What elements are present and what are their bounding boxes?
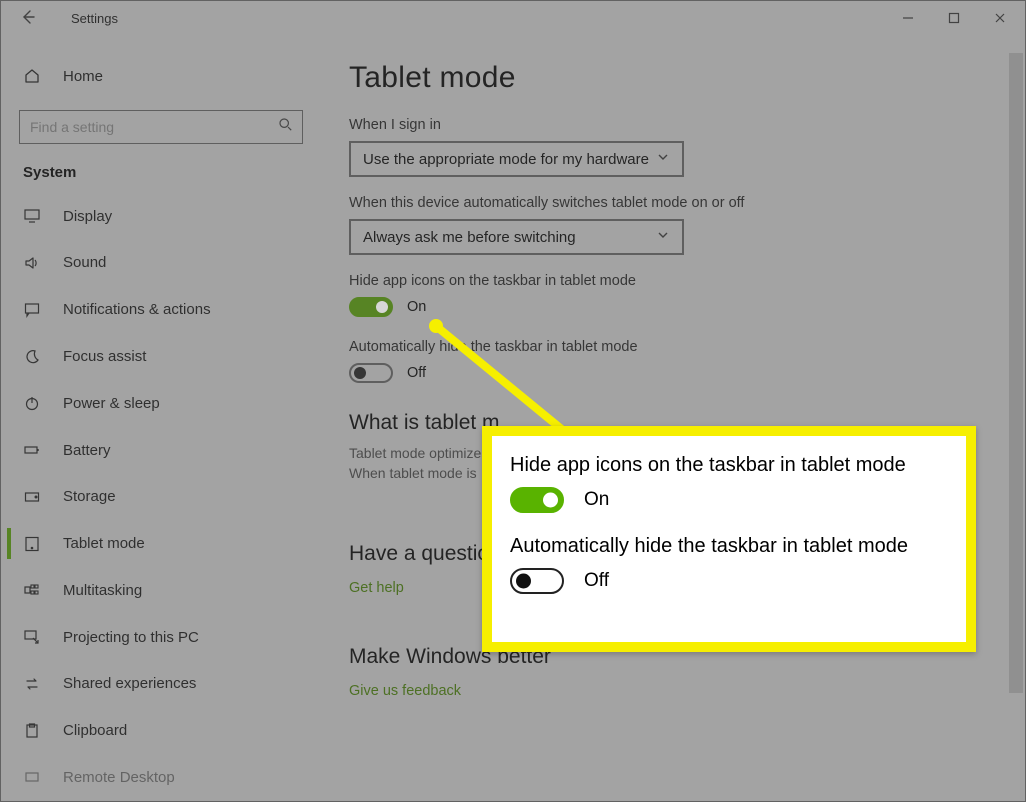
project-icon [23, 628, 41, 646]
hide-icons-toggle[interactable] [349, 297, 393, 317]
sidebar-item-power-sleep[interactable]: Power & sleep [1, 380, 321, 427]
tablet-icon [23, 535, 41, 553]
sidebar: Home System Display Sound Notifications … [1, 35, 321, 801]
page-title: Tablet mode [349, 61, 1025, 95]
chevron-down-icon [656, 150, 670, 168]
minimize-button[interactable] [885, 3, 931, 33]
sidebar-item-label: Tablet mode [63, 535, 145, 552]
auto-hide-label: Automatically hide the taskbar in tablet… [349, 339, 1025, 355]
clipboard-icon [23, 722, 41, 740]
sidebar-item-label: Notifications & actions [63, 301, 211, 318]
auto-hide-toggle[interactable] [349, 363, 393, 383]
annotation-callout: Hide app icons on the taskbar in tablet … [482, 426, 976, 652]
sidebar-item-label: Storage [63, 488, 116, 505]
scrollbar-thumb[interactable] [1009, 53, 1023, 693]
back-button[interactable] [19, 8, 37, 29]
close-button[interactable] [977, 3, 1023, 33]
search-input[interactable] [19, 110, 303, 144]
speaker-icon [23, 254, 41, 272]
section-label: System [1, 160, 321, 193]
remote-icon [23, 769, 41, 787]
sidebar-item-projecting[interactable]: Projecting to this PC [1, 614, 321, 661]
nav-home-label: Home [63, 68, 103, 85]
chat-icon [23, 301, 41, 319]
sidebar-item-label: Projecting to this PC [63, 629, 199, 646]
sidebar-item-label: Display [63, 208, 112, 225]
callout-hide-icons-toggle[interactable] [510, 487, 564, 513]
chevron-down-icon [656, 228, 670, 246]
battery-icon [23, 441, 41, 459]
signin-label: When I sign in [349, 117, 1025, 133]
sidebar-item-storage[interactable]: Storage [1, 473, 321, 520]
sidebar-item-label: Multitasking [63, 582, 142, 599]
switch-select-value: Always ask me before switching [363, 229, 576, 246]
get-help-link[interactable]: Get help [349, 580, 404, 596]
sidebar-item-label: Shared experiences [63, 675, 196, 692]
sidebar-item-battery[interactable]: Battery [1, 427, 321, 474]
callout-auto-hide-state: Off [584, 570, 609, 592]
swap-icon [23, 675, 41, 693]
home-icon [23, 67, 41, 85]
callout-hide-icons-state: On [584, 489, 609, 511]
annotation-dot [429, 319, 443, 333]
sidebar-item-label: Clipboard [63, 722, 127, 739]
nav-home[interactable]: Home [1, 53, 321, 100]
drive-icon [23, 488, 41, 506]
signin-select[interactable]: Use the appropriate mode for my hardware [349, 141, 684, 177]
switch-label: When this device automatically switches … [349, 195, 1025, 211]
window-title: Settings [71, 11, 885, 26]
sidebar-item-focus-assist[interactable]: Focus assist [1, 333, 321, 380]
monitor-icon [23, 207, 41, 225]
sidebar-item-remote-desktop[interactable]: Remote Desktop [1, 754, 321, 801]
signin-select-value: Use the appropriate mode for my hardware [363, 151, 649, 168]
maximize-button[interactable] [931, 3, 977, 33]
sidebar-item-tablet-mode[interactable]: Tablet mode [1, 520, 321, 567]
feedback-link[interactable]: Give us feedback [349, 683, 461, 699]
power-icon [23, 394, 41, 412]
switch-select[interactable]: Always ask me before switching [349, 219, 684, 255]
callout-auto-hide-label: Automatically hide the taskbar in tablet… [510, 535, 948, 558]
moon-icon [23, 348, 41, 366]
sidebar-item-clipboard[interactable]: Clipboard [1, 707, 321, 754]
titlebar: Settings [1, 1, 1025, 35]
sidebar-item-label: Sound [63, 254, 106, 271]
sidebar-item-display[interactable]: Display [1, 193, 321, 240]
sidebar-item-notifications[interactable]: Notifications & actions [1, 286, 321, 333]
auto-hide-state: Off [407, 365, 426, 381]
sidebar-item-label: Focus assist [63, 348, 146, 365]
search-icon [278, 117, 293, 137]
scrollbar[interactable] [1009, 35, 1023, 801]
content-pane: Tablet mode When I sign in Use the appro… [321, 35, 1025, 801]
callout-auto-hide-toggle[interactable] [510, 568, 564, 594]
timeline-icon [23, 581, 41, 599]
sidebar-item-label: Battery [63, 442, 111, 459]
hide-icons-label: Hide app icons on the taskbar in tablet … [349, 273, 1025, 289]
callout-hide-icons-label: Hide app icons on the taskbar in tablet … [510, 454, 948, 477]
sidebar-item-shared-experiences[interactable]: Shared experiences [1, 661, 321, 708]
sidebar-item-label: Power & sleep [63, 395, 160, 412]
sidebar-item-label: Remote Desktop [63, 769, 175, 786]
sidebar-item-multitasking[interactable]: Multitasking [1, 567, 321, 614]
hide-icons-state: On [407, 299, 426, 315]
sidebar-item-sound[interactable]: Sound [1, 240, 321, 287]
settings-window: Settings Home System Display Sound Notif… [0, 0, 1026, 802]
